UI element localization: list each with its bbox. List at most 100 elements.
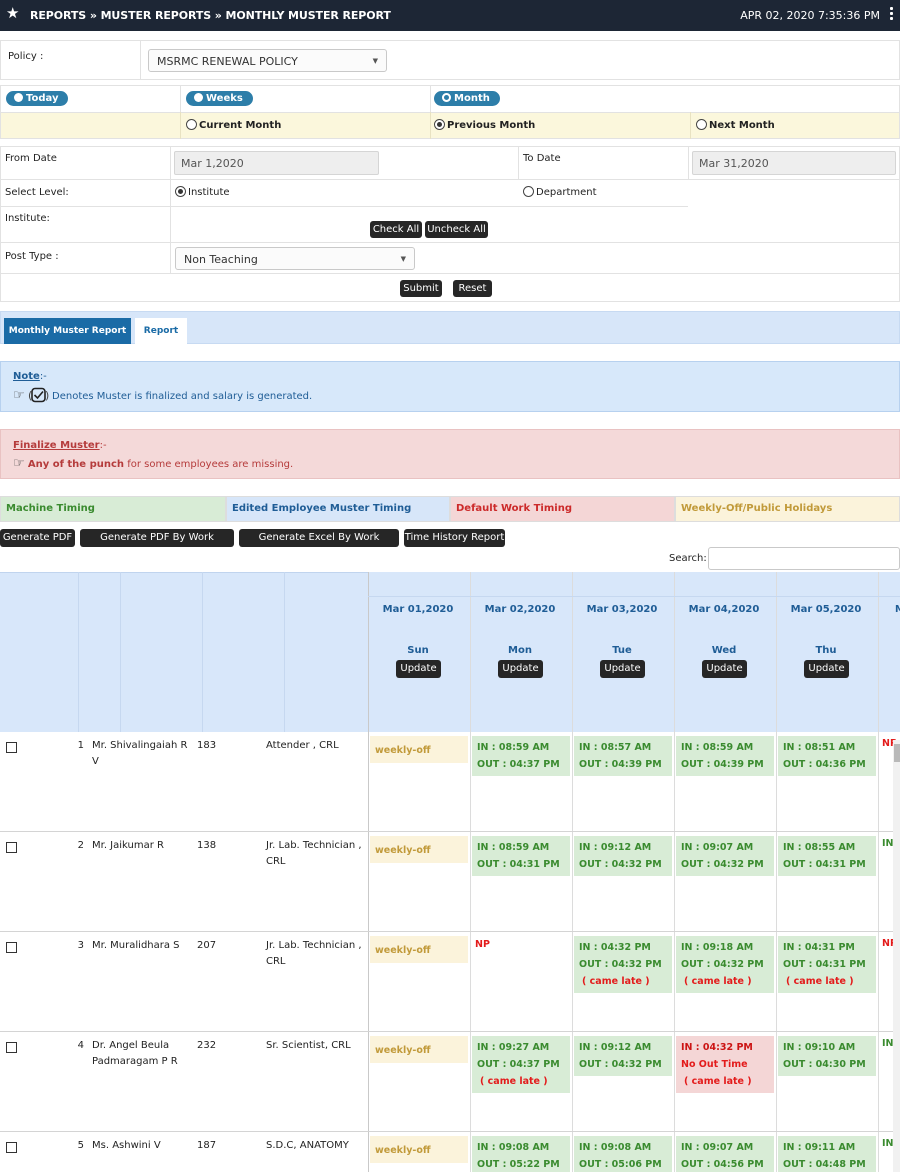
weekly-off-cell[interactable]: weekly-off xyxy=(370,836,468,863)
month-tab[interactable]: Month xyxy=(434,91,500,106)
pointing-hand-icon: ☞ xyxy=(13,388,25,403)
finalize-title-suffix: :- xyxy=(99,440,107,451)
late-note: ( came late ) xyxy=(582,976,650,987)
punch-cell[interactable]: IN : 09:08 AM OUT : 05:22 PM xyxy=(472,1136,570,1172)
day-header: Sun xyxy=(407,645,429,656)
partial-next-column: IN xyxy=(882,1038,894,1049)
weekly-off-cell[interactable]: weekly-off xyxy=(370,936,468,963)
current-month-option[interactable]: Current Month xyxy=(186,119,281,131)
submit-button[interactable]: Submit xyxy=(400,280,442,297)
punch-cell[interactable]: IN : 09:11 AM OUT : 04:48 PM xyxy=(778,1136,876,1172)
update-button[interactable]: Update xyxy=(396,660,441,678)
row-checkbox[interactable] xyxy=(6,742,17,753)
update-button[interactable]: Update xyxy=(498,660,543,678)
default-timing-cell[interactable]: IN : 04:32 PM No Out Time ( came late ) xyxy=(676,1036,774,1093)
punch-cell[interactable]: IN : 08:59 AM OUT : 04:37 PM xyxy=(472,736,570,776)
radio-icon xyxy=(186,119,197,130)
divider xyxy=(0,831,900,832)
punch-cell[interactable]: IN : 09:12 AM OUT : 04:32 PM xyxy=(574,1036,672,1076)
punch-cell[interactable]: IN : 08:57 AM OUT : 04:39 PM xyxy=(574,736,672,776)
generate-pdf-duration-button[interactable]: Generate PDF By Work Duration xyxy=(80,529,234,561)
time-history-report-button[interactable]: Time History Report xyxy=(404,529,505,547)
grid-scrollbar-thumb[interactable] xyxy=(894,744,900,762)
punch-cell[interactable]: IN : 09:07 AM OUT : 04:56 PM xyxy=(676,1136,774,1172)
divider xyxy=(0,206,688,207)
today-tab[interactable]: Today xyxy=(6,91,69,106)
star-icon[interactable]: ★ xyxy=(6,5,19,22)
to-date-label: To Date xyxy=(523,153,561,164)
punch-cell[interactable]: IN : 09:10 AM OUT : 04:30 PM xyxy=(778,1036,876,1076)
level-department-radio[interactable]: Department xyxy=(523,186,597,198)
weeks-tab[interactable]: Weeks xyxy=(186,91,253,106)
update-button[interactable]: Update xyxy=(804,660,849,678)
generate-pdf-button[interactable]: Generate PDF xyxy=(0,529,75,547)
punch-cell[interactable]: IN : 09:18 AM OUT : 04:32 PM ( came late ) xyxy=(676,936,774,993)
uncheck-all-button[interactable]: Uncheck All xyxy=(425,221,488,238)
punch-cell[interactable]: IN : 09:07 AM OUT : 04:32 PM xyxy=(676,836,774,876)
row-checkbox[interactable] xyxy=(6,842,17,853)
divider xyxy=(0,931,900,932)
weekly-off-cell[interactable]: weekly-off xyxy=(370,1136,468,1163)
punch-cell[interactable]: IN : 04:31 PM OUT : 04:31 PM ( came late ) xyxy=(778,936,876,993)
update-button[interactable]: Update xyxy=(600,660,645,678)
post-type-select[interactable]: Non Teaching ▼ xyxy=(175,247,415,270)
weekly-off-cell[interactable]: weekly-off xyxy=(370,1036,468,1063)
weekly-off-cell[interactable]: weekly-off xyxy=(370,736,468,763)
out-time: OUT : 05:06 PM xyxy=(579,1159,662,1170)
grid-scrollbar[interactable] xyxy=(893,740,900,1172)
in-time: IN : 08:57 AM xyxy=(579,742,652,753)
date-header: Mar 03,2020 xyxy=(586,604,658,615)
update-button[interactable]: Update xyxy=(702,660,747,678)
row-checkbox[interactable] xyxy=(6,942,17,953)
reset-button[interactable]: Reset xyxy=(453,280,492,297)
late-note: ( came late ) xyxy=(480,1076,548,1087)
generate-excel-duration-button[interactable]: Generate Excel By Work Duration xyxy=(239,529,399,561)
day-header: Tue xyxy=(612,645,632,656)
previous-month-option[interactable]: Previous Month xyxy=(434,119,535,131)
punch-cell[interactable]: IN : 08:51 AM OUT : 04:36 PM xyxy=(778,736,876,776)
from-date-input[interactable]: Mar 1,2020 xyxy=(174,151,379,175)
punch-cell[interactable]: IN : 09:08 AM OUT : 05:06 PM xyxy=(574,1136,672,1172)
divider xyxy=(0,179,900,180)
serial-number: 5 xyxy=(77,1140,84,1151)
out-time: OUT : 05:22 PM xyxy=(477,1159,560,1170)
next-month-option[interactable]: Next Month xyxy=(696,119,775,131)
tab-report[interactable]: Report xyxy=(135,318,187,344)
level-institute-radio[interactable]: Institute xyxy=(175,186,230,198)
punch-cell[interactable]: IN : 04:32 PM OUT : 04:32 PM ( came late ) xyxy=(574,936,672,993)
divider xyxy=(674,572,675,1172)
check-all-button[interactable]: Check All xyxy=(370,221,422,238)
out-time: OUT : 04:30 PM xyxy=(783,1059,866,1070)
grid-header-left xyxy=(0,572,368,732)
in-time: IN : 08:59 AM xyxy=(477,742,550,753)
row-checkbox[interactable] xyxy=(6,1042,17,1053)
select-level-label: Select Level: xyxy=(5,187,69,198)
radio-icon xyxy=(194,93,203,102)
in-time: IN : 04:31 PM xyxy=(783,942,855,953)
punch-cell[interactable]: IN : 08:59 AM OUT : 04:31 PM xyxy=(472,836,570,876)
in-time: IN : 09:12 AM xyxy=(579,1042,652,1053)
punch-cell[interactable]: IN : 09:27 AM OUT : 04:37 PM ( came late ) xyxy=(472,1036,570,1093)
divider xyxy=(180,85,181,112)
row-checkbox[interactable] xyxy=(6,1142,17,1153)
kebab-menu-icon[interactable] xyxy=(890,7,894,22)
punch-cell[interactable]: IN : 08:59 AM OUT : 04:39 PM xyxy=(676,736,774,776)
punch-cell[interactable]: IN : 08:55 AM OUT : 04:31 PM xyxy=(778,836,876,876)
search-input[interactable] xyxy=(708,547,900,570)
policy-select[interactable]: MSRMC RENEWAL POLICY ▼ xyxy=(148,49,387,72)
divider xyxy=(572,572,573,1172)
tab-monthly-muster-report[interactable]: Monthly Muster Report xyxy=(4,318,131,344)
option-label: Institute xyxy=(188,187,230,198)
divider xyxy=(878,572,879,1172)
out-time: OUT : 04:32 PM xyxy=(681,859,764,870)
institute-label: Institute: xyxy=(5,213,50,224)
finalize-text: for some employees are missing. xyxy=(124,459,294,470)
punch-cell[interactable]: IN : 09:12 AM OUT : 04:32 PM xyxy=(574,836,672,876)
finalize-title-text[interactable]: Finalize Muster xyxy=(13,440,100,451)
from-date-label: From Date xyxy=(5,153,57,164)
to-date-input[interactable]: Mar 31,2020 xyxy=(692,151,896,175)
post-type-value: Non Teaching xyxy=(184,253,258,266)
weekly-off-label: weekly-off xyxy=(375,1045,431,1056)
policy-row xyxy=(0,40,900,80)
out-time: OUT : 04:32 PM xyxy=(579,859,662,870)
